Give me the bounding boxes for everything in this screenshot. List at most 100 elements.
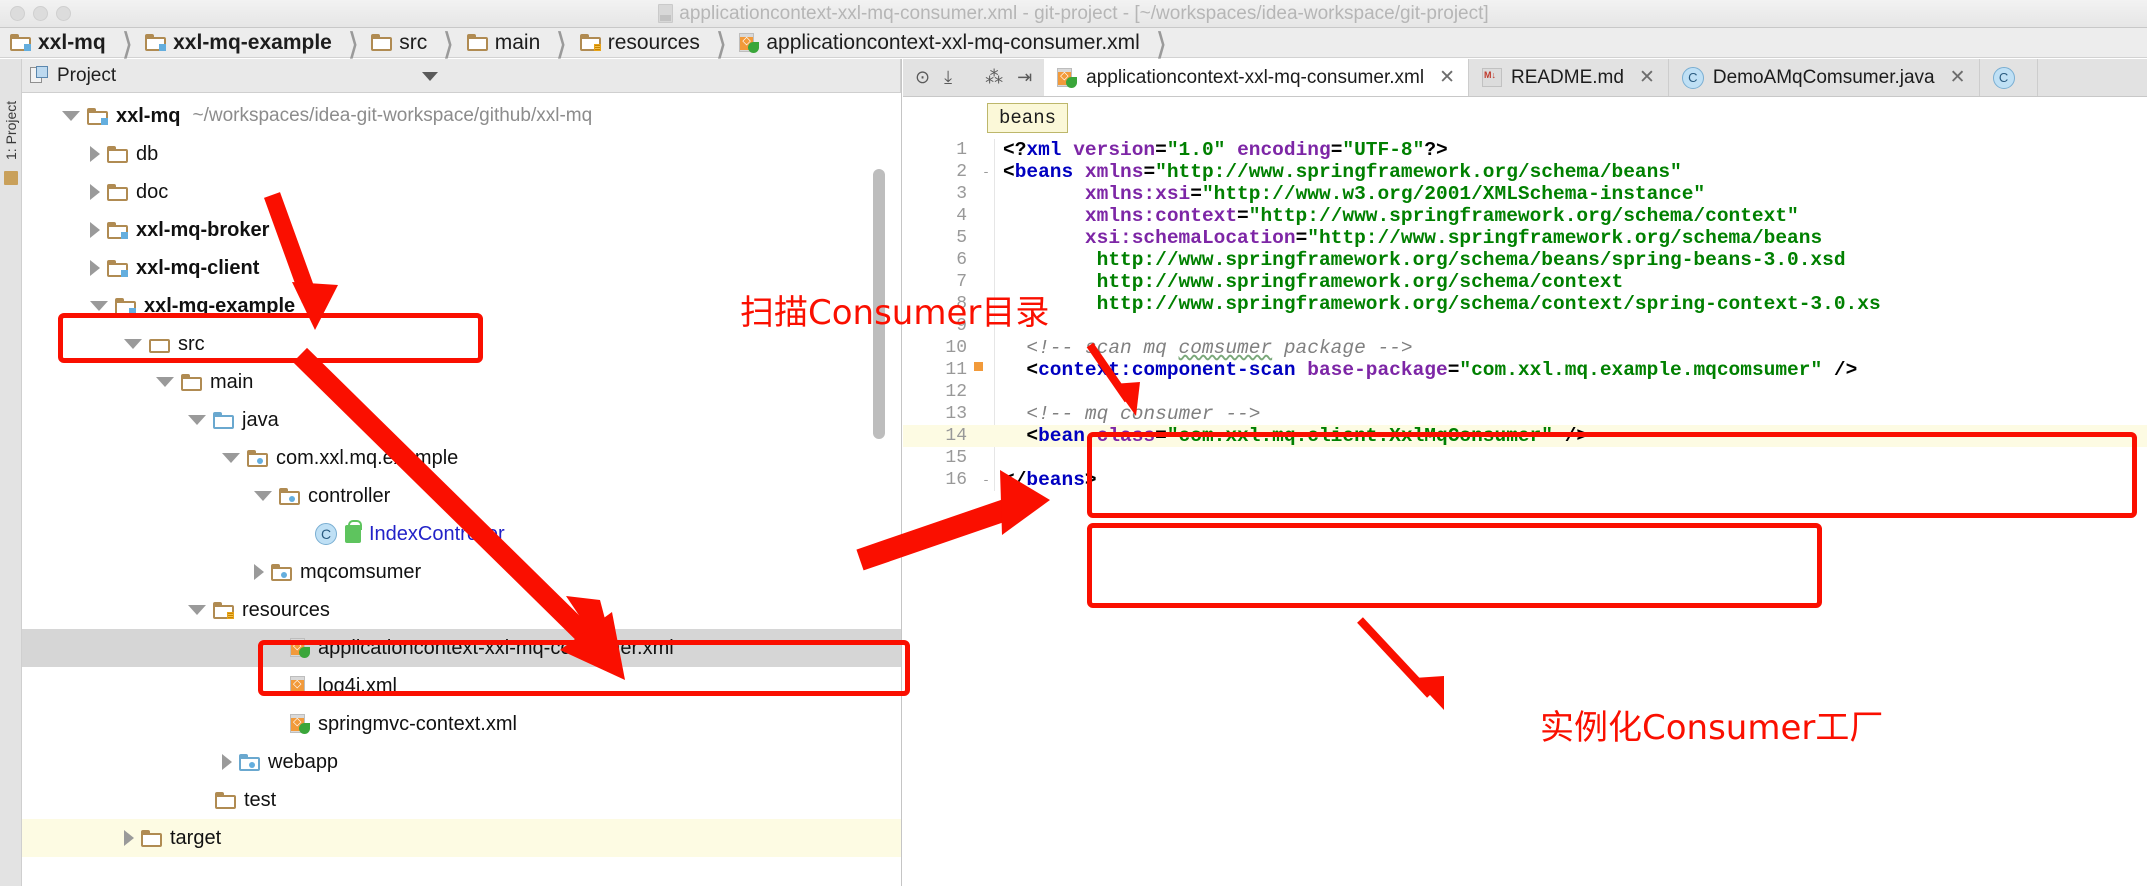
code-line[interactable]: 4 xmlns:context="http://www.springframew… [903, 205, 2147, 227]
tree-node-applicationcontext-xml[interactable]: applicationcontext-xxl-mq-consumer.xml [22, 629, 901, 667]
project-tree[interactable]: xxl-mq ~/workspaces/idea-git-workspace/g… [22, 93, 901, 857]
module-folder-icon [107, 221, 128, 239]
breadcrumb-item-main[interactable]: main [466, 28, 541, 58]
tree-node-target[interactable]: target [22, 819, 901, 857]
line-number: 1 [956, 140, 967, 160]
code-line[interactable]: 5 xsi:schemaLocation="http://www.springf… [903, 227, 2147, 249]
tree-node-index-controller[interactable]: C IndexController [22, 515, 901, 553]
tree-node-xxl-mq-broker[interactable]: xxl-mq-broker [22, 211, 901, 249]
code-line[interactable]: 11 <context:component-scan base-package=… [903, 359, 2147, 381]
breadcrumb-separator-icon: ❯ [716, 26, 727, 58]
code-line[interactable]: 13 <!-- mq consumer --> [903, 403, 2147, 425]
tree-node-main[interactable]: main [22, 363, 901, 401]
expand-arrow-icon[interactable] [156, 377, 174, 387]
code-line[interactable]: 6 http://www.springframework.org/schema/… [903, 249, 2147, 271]
tree-node-springmvc-context-xml[interactable]: springmvc-context.xml [22, 705, 901, 743]
window-traffic-lights[interactable] [10, 6, 71, 21]
code-line[interactable]: 15 [903, 447, 2147, 469]
code-text: xmlns:context="http://www.springframewor… [1084, 205, 1799, 227]
breadcrumb-item-xxl-mq-example[interactable]: xxl-mq-example [145, 28, 332, 58]
editor-toolbar-actions[interactable]: ⊙ ⤓ ⁂ ⇥ [903, 59, 1044, 96]
structure-chip-beans[interactable]: beans [987, 103, 1069, 133]
tree-node-package-mqcomsumer[interactable]: mqcomsumer [22, 553, 901, 591]
spring-bean-gutter-icon[interactable] [965, 360, 985, 380]
code-line[interactable]: 1 <?xml version="1.0" encoding="UTF-8"?> [903, 139, 2147, 161]
sidebar-item-project[interactable]: 1: Project [3, 98, 19, 160]
tab-readme-md[interactable]: README.md ✕ [1468, 59, 1669, 96]
tab-demoamqcomsumer-java[interactable]: C DemoAMqComsumer.java ✕ [1668, 59, 1980, 96]
collapse-arrow-icon[interactable] [90, 184, 100, 200]
code-line[interactable]: 9 [903, 315, 2147, 337]
fold-toggle-icon[interactable]: - [977, 473, 995, 488]
module-folder-icon [145, 34, 167, 51]
source-root-icon [149, 336, 170, 353]
chevron-down-icon[interactable] [422, 72, 438, 81]
breadcrumb-item-src[interactable]: src [371, 28, 427, 58]
breadcrumb-label: main [494, 30, 541, 54]
tree-node-xxl-mq[interactable]: xxl-mq ~/workspaces/idea-git-workspace/g… [22, 97, 901, 135]
code-line[interactable]: 3 xmlns:xsi="http://www.w3.org/2001/XMLS… [903, 183, 2147, 205]
source-folder-blue-icon [213, 411, 234, 429]
minimize-window-button[interactable] [33, 6, 48, 21]
tree-node-label: log4j.xml [318, 674, 397, 697]
download-icon[interactable]: ⤓ [944, 67, 952, 88]
expand-arrow-icon[interactable] [124, 339, 142, 349]
inspections-icon[interactable]: ⊙ [915, 67, 930, 88]
editor-tabbar[interactable]: ⊙ ⤓ ⁂ ⇥ applicationcontext-xxl-mq-consum… [903, 59, 2147, 97]
code-line[interactable]: 8 http://www.springframework.org/schema/… [903, 293, 2147, 315]
collapse-arrow-icon[interactable] [124, 830, 134, 846]
tree-node-label: com.xxl.mq.example [276, 446, 459, 469]
maximize-window-button[interactable] [56, 6, 71, 21]
code-line[interactable]: 14 <bean class="com.xxl.mq.client.XxlMqC… [903, 425, 2147, 447]
tree-node-xxl-mq-client[interactable]: xxl-mq-client [22, 249, 901, 287]
breadcrumb-item-xxl-mq[interactable]: xxl-mq [10, 28, 106, 58]
close-tab-icon[interactable]: ✕ [1639, 66, 1655, 89]
jump-to-source-icon[interactable]: ⇥ [1017, 67, 1032, 88]
tree-node-doc[interactable]: doc [22, 173, 901, 211]
code-line[interactable]: 2- <beans xmlns="http://www.springframewo… [903, 161, 2147, 183]
webapp-folder-icon [239, 753, 260, 771]
tab-partial-next[interactable]: C [1979, 59, 2038, 96]
collapse-arrow-icon[interactable] [90, 146, 100, 162]
expand-arrow-icon[interactable] [62, 111, 80, 121]
collapse-arrow-icon[interactable] [222, 754, 232, 770]
breadcrumb-item-resources[interactable]: resources [579, 28, 700, 58]
code-editor[interactable]: 1 <?xml version="1.0" encoding="UTF-8"?> 2… [903, 139, 2147, 491]
close-window-button[interactable] [10, 6, 25, 21]
tree-node-package-com-xxl-mq-example[interactable]: com.xxl.mq.example [22, 439, 901, 477]
expand-arrow-icon[interactable] [222, 453, 240, 463]
expand-arrow-icon[interactable] [254, 491, 272, 501]
close-tab-icon[interactable]: ✕ [1439, 66, 1455, 89]
tree-node-db[interactable]: db [22, 135, 901, 173]
line-number: 15 [945, 448, 967, 468]
breadcrumb-item-file[interactable]: applicationcontext-xxl-mq-consumer.xml [739, 28, 1140, 58]
code-line[interactable]: 12 [903, 381, 2147, 403]
project-tool-icon[interactable] [4, 171, 18, 185]
collapse-arrow-icon[interactable] [90, 222, 100, 238]
expand-arrow-icon[interactable] [188, 415, 206, 425]
tree-node-java[interactable]: java [22, 401, 901, 439]
collapse-arrow-icon[interactable] [90, 260, 100, 276]
tree-node-log4j-xml[interactable]: log4j.xml [22, 667, 901, 705]
tab-applicationcontext-xml[interactable]: applicationcontext-xxl-mq-consumer.xml ✕ [1044, 59, 1469, 96]
code-line[interactable]: 7 http://www.springframework.org/schema/… [903, 271, 2147, 293]
close-tab-icon[interactable]: ✕ [1950, 66, 1966, 89]
spring-xml-icon [1057, 67, 1078, 88]
expand-arrow-icon[interactable] [188, 605, 206, 615]
collapse-arrow-icon[interactable] [254, 564, 264, 580]
breadcrumb-separator-icon: ❯ [443, 26, 454, 58]
tree-node-package-controller[interactable]: controller [22, 477, 901, 515]
fold-toggle-icon[interactable]: - [977, 165, 995, 180]
code-line[interactable]: 10 <!-- scan mq comsumer package --> [903, 337, 2147, 359]
expand-arrow-icon[interactable] [90, 301, 108, 311]
folder-icon [181, 373, 202, 391]
breadcrumb[interactable]: xxl-mq ❯ xxl-mq-example ❯ src ❯ main ❯ r… [0, 26, 2147, 73]
code-line[interactable]: 16- </beans> [903, 469, 2147, 491]
project-panel: Project xxl-mq ~/workspaces/idea-git-wor… [22, 59, 902, 886]
tree-node-test[interactable]: test [22, 781, 901, 819]
debug-bug-icon[interactable]: ⁂ [985, 67, 1003, 88]
code-lines[interactable]: 1 <?xml version="1.0" encoding="UTF-8"?> 2… [903, 139, 2147, 491]
tree-node-resources[interactable]: resources [22, 591, 901, 629]
tool-window-strip[interactable]: 1: Project [0, 59, 22, 886]
tree-node-webapp[interactable]: webapp [22, 743, 901, 781]
